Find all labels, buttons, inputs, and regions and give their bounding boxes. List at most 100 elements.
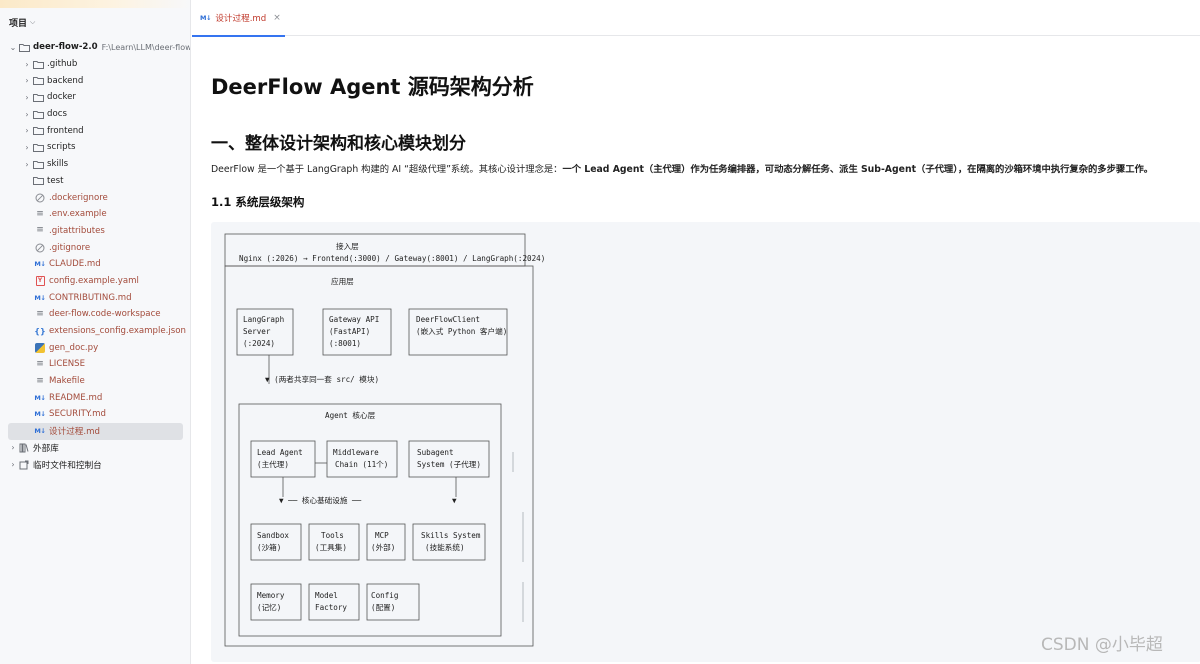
mcp-line-1: MCP	[375, 531, 389, 540]
file-name: 设计过程.md	[49, 427, 100, 438]
tab-label: 设计过程.md	[215, 14, 267, 24]
file-name: extensions_config.example.json	[49, 326, 186, 337]
chevron-right-icon[interactable]: ›	[22, 76, 32, 85]
langgraph-line-1: LangGraph	[243, 315, 284, 324]
markdown-icon: M↓	[34, 410, 46, 419]
model-line-2: Factory	[315, 603, 347, 612]
architecture-code-block: 接入层 Nginx (:2026) → Frontend(:3000) / Ga…	[211, 222, 1200, 662]
project-panel: 项目 ⌵ ⌄ deer-flow-2.0 F:\Learn\LLM\deer-f…	[0, 0, 191, 664]
config-line-1: Config	[371, 591, 398, 600]
tree-scratches[interactable]: › 临时文件和控制台	[0, 456, 190, 473]
tree-folder[interactable]: › frontend	[0, 122, 190, 139]
chevron-right-icon[interactable]: ›	[8, 460, 18, 469]
tab-design-process[interactable]: M↓ 设计过程.md ×	[192, 0, 285, 37]
tree-external-libraries[interactable]: › 外部库	[0, 440, 190, 457]
markdown-icon: M↓	[200, 14, 212, 22]
editor-tab-bar: M↓ 设计过程.md ×	[192, 0, 1200, 37]
tree-file[interactable]: Y config.example.yaml	[0, 273, 190, 290]
chevron-right-icon[interactable]: ›	[22, 160, 32, 169]
tree-file[interactable]: M↓ SECURITY.md	[0, 406, 190, 423]
project-panel-header[interactable]: 项目 ⌵	[9, 15, 35, 29]
tree-folder[interactable]: › .github	[0, 56, 190, 73]
model-line-1: Model	[315, 591, 338, 600]
python-icon	[34, 342, 46, 353]
watermark: CSDN @小毕超	[1041, 635, 1163, 655]
tree-file[interactable]: M↓ CONTRIBUTING.md	[0, 289, 190, 306]
panel-top-strip	[0, 0, 190, 8]
scratches-label: 临时文件和控制台	[33, 460, 102, 471]
file-name: gen_doc.py	[49, 342, 99, 353]
tree-file[interactable]: gen_doc.py	[0, 339, 190, 356]
chevron-down-icon[interactable]: ⌵	[30, 18, 35, 27]
lead-agent-line-1: Lead Agent	[257, 448, 303, 457]
skills-line-2: (技能系统)	[425, 542, 465, 552]
folder-name: skills	[47, 159, 69, 170]
ignore-icon	[34, 242, 46, 253]
file-name: .env.example	[49, 209, 107, 220]
tree-file[interactable]: .dockerignore	[0, 189, 190, 206]
chevron-right-icon[interactable]: ›	[22, 126, 32, 135]
subagent-line-2: System (子代理)	[417, 459, 481, 469]
tools-box	[308, 523, 360, 561]
tree-file[interactable]: ≡ .gitattributes	[0, 223, 190, 240]
tree-file[interactable]: ≡ .env.example	[0, 206, 190, 223]
client-line-1: DeerFlowClient	[416, 315, 480, 324]
text-file-icon: ≡	[36, 375, 44, 386]
chevron-right-icon[interactable]: ›	[22, 143, 32, 152]
config-box	[366, 583, 420, 621]
tree-folder[interactable]: › docs	[0, 106, 190, 123]
markdown-preview: DeerFlow Agent 源码架构分析 一、整体设计架构和核心模块划分 De…	[192, 37, 1200, 664]
middleware-line-2: Chain (11个)	[335, 460, 388, 469]
tree-file[interactable]: .gitignore	[0, 239, 190, 256]
middleware-line-1: Middleware	[333, 448, 379, 457]
infra-label: ▼ ── 核心基础设施 ──	[279, 495, 362, 505]
tree-folder[interactable]: › backend	[0, 72, 190, 89]
root-folder-name: deer-flow-2.0	[33, 42, 98, 53]
gateway-line-2: (FastAPI)	[329, 327, 370, 336]
tools-line-2: (工具集)	[315, 542, 347, 552]
chevron-right-icon[interactable]: ›	[22, 93, 32, 102]
tree-file[interactable]: {} extensions_config.example.json	[0, 323, 190, 340]
project-panel-title: 项目	[9, 18, 28, 29]
text-file-icon: ≡	[36, 358, 44, 369]
shared-modules-note: ▼ (两者共享同一套 src/ 模块)	[265, 374, 379, 384]
folder-name: test	[47, 175, 64, 186]
gateway-line-3: (:8001)	[329, 339, 361, 348]
close-icon[interactable]: ×	[273, 13, 281, 23]
gateway-line-1: Gateway API	[329, 315, 379, 324]
folder-icon	[32, 59, 44, 70]
doc-title: DeerFlow Agent 源码架构分析	[211, 75, 534, 99]
tree-file[interactable]: ≡ LICENSE	[0, 356, 190, 373]
file-name: deer-flow.code-workspace	[49, 309, 161, 320]
middleware-box	[326, 440, 398, 478]
file-name: LICENSE	[49, 359, 86, 370]
memory-line-1: Memory	[257, 591, 285, 600]
tree-file[interactable]: ≡ deer-flow.code-workspace	[0, 306, 190, 323]
tree-file[interactable]: ≡ Makefile	[0, 373, 190, 390]
skills-line-1: Skills System	[421, 531, 481, 540]
tree-file[interactable]: M↓ README.md	[0, 389, 190, 406]
json-icon: {}	[34, 326, 46, 336]
file-name: SECURITY.md	[49, 409, 106, 420]
tools-line-1: Tools	[321, 531, 344, 540]
tree-file-selected[interactable]: M↓ 设计过程.md	[8, 422, 183, 440]
chevron-right-icon[interactable]: ›	[22, 110, 32, 119]
tree-folder[interactable]: › docker	[0, 89, 190, 106]
chevron-right-icon[interactable]: ›	[8, 443, 18, 452]
tree-folder[interactable]: › skills	[0, 156, 190, 173]
file-name: CLAUDE.md	[49, 259, 101, 270]
folder-icon	[32, 109, 44, 120]
text-file-icon: ≡	[36, 225, 44, 236]
core-layer-box	[238, 403, 502, 637]
model-box	[308, 583, 360, 621]
tree-file[interactable]: M↓ CLAUDE.md	[0, 256, 190, 273]
application-layer-label: 应用层	[331, 276, 354, 286]
architecture-diagram: 接入层 Nginx (:2026) → Frontend(:3000) / Ga…	[224, 233, 545, 647]
tree-folder[interactable]: › scripts	[0, 139, 190, 156]
tree-folder[interactable]: test	[0, 173, 190, 190]
intro-text: DeerFlow 是一个基于 LangGraph 构建的 AI “超级代理”系统…	[211, 164, 563, 175]
chevron-right-icon[interactable]: ›	[22, 60, 32, 69]
folder-icon	[32, 159, 44, 170]
tree-root-folder[interactable]: ⌄ deer-flow-2.0 F:\Learn\LLM\deer-flow	[0, 39, 190, 56]
chevron-down-icon[interactable]: ⌄	[8, 43, 18, 52]
